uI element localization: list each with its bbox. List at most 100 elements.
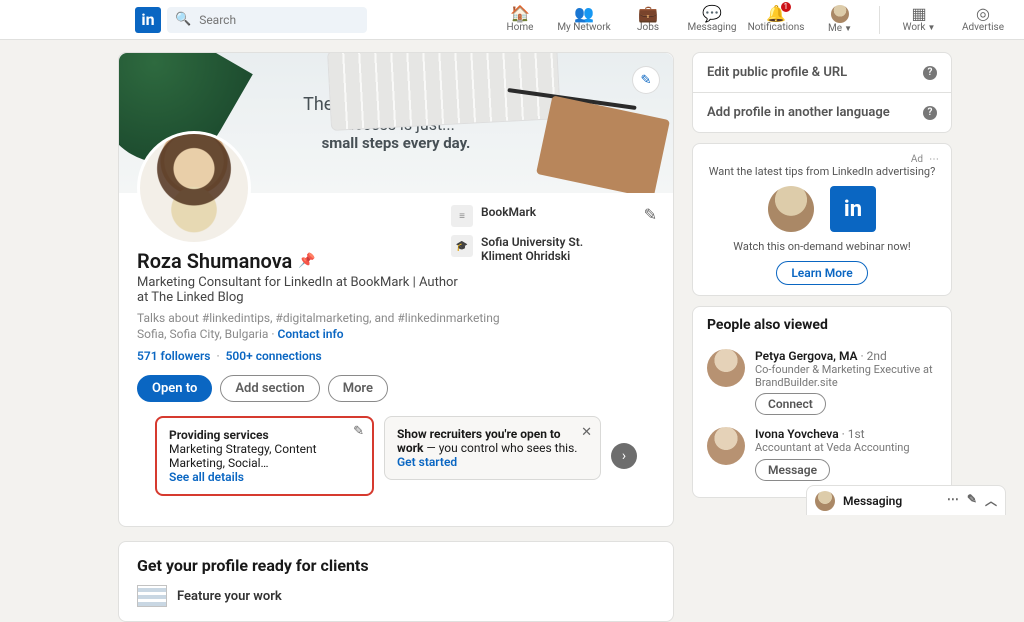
chevron-right-icon: › bbox=[622, 448, 626, 464]
nav-notifications[interactable]: 🔔 1 Notifications bbox=[747, 0, 805, 40]
nav-messaging[interactable]: 💬 Messaging bbox=[683, 0, 741, 40]
search-box[interactable]: 🔍 bbox=[167, 7, 367, 33]
add-profile-language-link[interactable]: Add profile in another language ? bbox=[693, 93, 951, 132]
people-also-viewed-card: People also viewed Petya Gergova, MA · 2… bbox=[692, 306, 952, 498]
open-to-button[interactable]: Open to bbox=[137, 375, 212, 402]
nav-label: Me▼ bbox=[828, 23, 852, 34]
pin-icon: 📌 bbox=[298, 253, 315, 269]
search-icon: 🔍 bbox=[175, 12, 191, 27]
edit-banner-button[interactable]: ✎ bbox=[633, 67, 659, 93]
banner-decor-book bbox=[536, 95, 670, 193]
talks-about: Talks about #linkedintips, #digitalmarke… bbox=[137, 311, 655, 325]
carousel-next-button[interactable]: › bbox=[611, 443, 637, 469]
compose-icon[interactable]: ✎ bbox=[967, 492, 977, 509]
nav-my-network[interactable]: 👥 My Network bbox=[555, 0, 613, 40]
ad-cta-text: Watch this on-demand webinar now! bbox=[705, 240, 939, 253]
nav-label: Notifications bbox=[748, 22, 805, 33]
help-icon[interactable]: ? bbox=[923, 66, 937, 80]
see-all-details-link[interactable]: See all details bbox=[169, 470, 244, 484]
chevron-up-icon[interactable]: ︿ bbox=[985, 492, 997, 509]
pav-heading: People also viewed bbox=[707, 317, 937, 333]
nav-label: Jobs bbox=[637, 22, 659, 33]
row-label: Add profile in another language bbox=[707, 105, 890, 120]
nav-label: Work▼ bbox=[903, 22, 936, 33]
location-text: Sofia, Sofia City, Bulgaria bbox=[137, 327, 268, 341]
nav-me[interactable]: Me▼ bbox=[811, 0, 869, 40]
ready-heading: Get your profile ready for clients bbox=[137, 556, 655, 575]
avatar-icon bbox=[707, 427, 745, 465]
providing-services-card[interactable]: ✎ Providing services Marketing Strategy,… bbox=[155, 416, 374, 496]
get-started-link[interactable]: Get started bbox=[397, 455, 457, 469]
open-to-work-card[interactable]: ✕ Show recruiters you're open to work — … bbox=[384, 416, 601, 480]
contact-info-link[interactable]: Contact info bbox=[278, 327, 344, 341]
profile-card: The secret to long term success is just.… bbox=[118, 52, 674, 527]
stats-row: 571 followers · 500+ connections bbox=[137, 349, 655, 363]
nav-jobs[interactable]: 💼 Jobs bbox=[619, 0, 677, 40]
people-icon: 👥 bbox=[574, 6, 594, 22]
apps-grid-icon: ▦ bbox=[911, 6, 926, 22]
person-name: Petya Gergova, MA bbox=[755, 349, 858, 363]
close-icon[interactable]: ✕ bbox=[581, 425, 592, 440]
school-logo-icon: 🎓 bbox=[451, 235, 473, 257]
more-button[interactable]: More bbox=[328, 375, 388, 402]
connections-link[interactable]: 500+ connections bbox=[226, 349, 322, 363]
nav-home[interactable]: 🏠 Home bbox=[491, 0, 549, 40]
message-icon: 💬 bbox=[702, 6, 722, 22]
briefcase-icon: 💼 bbox=[638, 6, 658, 22]
person-name: Ivona Yovcheva bbox=[755, 427, 839, 441]
edit-public-profile-link[interactable]: Edit public profile & URL ? bbox=[693, 53, 951, 93]
pencil-icon: ✎ bbox=[641, 73, 652, 88]
learn-more-button[interactable]: Learn More bbox=[776, 261, 867, 285]
notification-badge: 1 bbox=[781, 2, 792, 12]
message-button[interactable]: Message bbox=[755, 459, 830, 481]
pencil-icon[interactable]: ✎ bbox=[353, 424, 364, 439]
followers-link[interactable]: 571 followers bbox=[137, 349, 210, 363]
profile-name: Roza Shumanova bbox=[137, 249, 292, 273]
linkedin-logo-icon: in bbox=[830, 186, 876, 232]
affiliation-item[interactable]: ≡ BookMark bbox=[451, 205, 621, 227]
person-sub: Accountant at Veda Accounting bbox=[755, 441, 910, 454]
global-nav: in 🔍 🏠 Home 👥 My Network 💼 Jobs 💬 Messag… bbox=[0, 0, 1024, 40]
home-icon: 🏠 bbox=[510, 6, 530, 22]
ad-card: Ad ⋯ Want the latest tips from LinkedIn … bbox=[692, 143, 952, 296]
nav-divider bbox=[879, 6, 880, 34]
ready-item-label: Feature your work bbox=[177, 589, 282, 604]
help-icon[interactable]: ? bbox=[923, 106, 937, 120]
nav-advertise[interactable]: ◎ Advertise bbox=[954, 0, 1012, 40]
person-degree: · 2nd bbox=[858, 349, 887, 363]
pav-person[interactable]: Petya Gergova, MA · 2nd Co-founder & Mar… bbox=[707, 343, 937, 421]
edit-intro-button[interactable]: ✎ bbox=[644, 205, 657, 224]
card-text: — you control who sees this. bbox=[426, 441, 577, 455]
person-sub: Co-founder & Marketing Executive at Bran… bbox=[755, 363, 937, 389]
location-row: Sofia, Sofia City, Bulgaria · Contact in… bbox=[137, 327, 655, 341]
ad-tagline: Want the latest tips from LinkedIn adver… bbox=[705, 165, 939, 178]
thumbnail-icon bbox=[137, 585, 167, 607]
ad-avatar-icon bbox=[768, 186, 814, 232]
card-title: Providing services bbox=[169, 428, 360, 442]
affiliation-name: Sofia University St. Kliment Ohridski bbox=[481, 235, 621, 264]
affiliation-name: BookMark bbox=[481, 205, 536, 219]
row-label: Edit public profile & URL bbox=[707, 65, 847, 80]
ad-label: Ad bbox=[911, 154, 923, 165]
avatar-icon bbox=[815, 491, 835, 511]
ready-item[interactable]: Feature your work bbox=[137, 585, 655, 607]
messaging-tray[interactable]: Messaging ⋯ ✎ ︿ bbox=[806, 485, 1006, 515]
affiliation-item[interactable]: 🎓 Sofia University St. Kliment Ohridski bbox=[451, 235, 621, 264]
nav-label: Home bbox=[507, 22, 534, 33]
affiliations-list: ≡ BookMark 🎓 Sofia University St. Klimen… bbox=[451, 205, 621, 272]
company-logo-icon: ≡ bbox=[451, 205, 473, 227]
person-degree: · 1st bbox=[839, 427, 865, 441]
tray-label: Messaging bbox=[843, 494, 902, 508]
nav-work[interactable]: ▦ Work▼ bbox=[890, 0, 948, 40]
ad-menu-icon[interactable]: ⋯ bbox=[929, 154, 939, 165]
pav-person[interactable]: Ivona Yovcheva · 1st Accountant at Veda … bbox=[707, 421, 937, 486]
more-icon[interactable]: ⋯ bbox=[947, 492, 959, 509]
add-section-button[interactable]: Add section bbox=[220, 375, 319, 402]
target-icon: ◎ bbox=[976, 6, 990, 22]
connect-button[interactable]: Connect bbox=[755, 393, 826, 415]
nav-label: Advertise bbox=[962, 22, 1004, 33]
search-input[interactable] bbox=[197, 12, 359, 28]
nav-label: My Network bbox=[557, 22, 610, 33]
linkedin-logo-icon[interactable]: in bbox=[135, 7, 161, 33]
banner-line: small steps every day. bbox=[303, 134, 489, 152]
